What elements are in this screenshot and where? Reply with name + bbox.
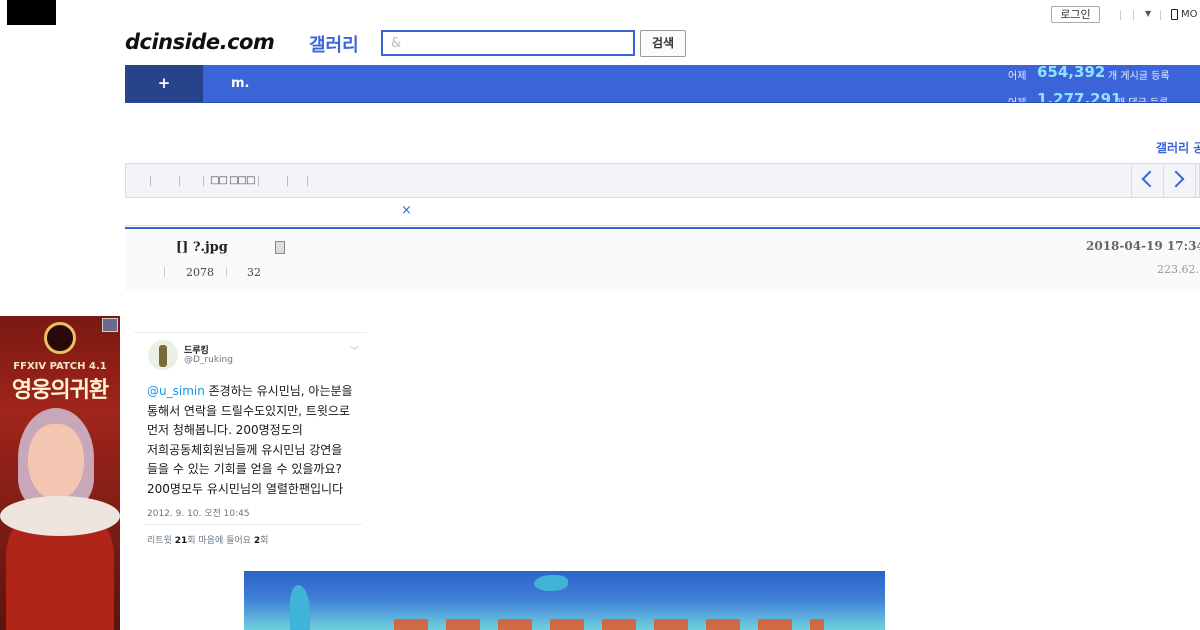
login-button[interactable]: 로그인 [1051,6,1100,23]
ad-character-face [28,424,84,500]
stat-label: 어제 [1008,71,1027,82]
close-icon[interactable]: × [401,203,412,218]
divider [1120,10,1121,20]
retweet-unit: 회 [187,536,196,546]
mobile-link[interactable]: MO [1181,9,1198,20]
divider [164,267,165,277]
mobile-icon[interactable] [1171,9,1178,20]
likes-label: 마음에 들어요 [198,536,251,546]
divider [203,176,204,186]
post-header [125,229,1200,291]
retweet-label: 리트윗 [147,536,172,546]
post-date: 2018-04-19 17:34: [1086,239,1200,253]
site-logo[interactable]: dcinside.com [125,30,275,54]
tweet-mention: @u_simin [147,384,205,398]
search-input[interactable] [381,30,635,56]
tweet-author-handle: @D_ruking [184,355,233,365]
likes-unit: 회 [260,536,269,546]
view-count: 2078 [186,266,214,279]
corner-box [7,0,56,25]
divider [287,176,288,186]
gallery-notice-link[interactable]: 갤러리 공 [1156,139,1200,156]
divider [1133,10,1134,20]
image-headline-shape [394,619,824,630]
retweet-count: 21 [174,536,188,546]
divider [1160,10,1161,20]
post-title: [] ?.jpg [176,240,228,255]
divider [307,176,308,186]
ad-subtitle: FFXIV PATCH 4.1 [13,361,107,372]
game-emblem-icon [44,322,76,354]
search-button[interactable]: 검색 [640,30,686,57]
avatar [148,340,178,370]
mobile-gallery-link[interactable]: m. [231,76,249,91]
divider [144,524,362,525]
tweet-date: 2012. 9. 10. 오전 10:45 [147,509,250,519]
prev-post-button[interactable] [1131,163,1163,198]
ad-title: 영웅의귀환 [11,378,109,403]
gallery-logo-label[interactable]: 갤러리 [309,31,359,57]
image-fin-shape [290,585,310,630]
image-bird-shape [534,575,568,591]
ad-close-icon[interactable] [102,318,118,332]
ad-banner[interactable]: FFXIV PATCH 4.1 영웅의귀환 [0,316,120,630]
next-post-button[interactable] [1163,163,1195,198]
post-ip: 223.62. [1157,263,1199,276]
ad-character-collar [0,496,120,536]
post-image [244,571,885,630]
filter-row [125,198,1200,226]
gallery-plus-button[interactable]: + [125,65,203,103]
divider [125,102,1200,103]
stat-suffix: 개 게시글 등록 [1108,71,1170,82]
toolbar-item[interactable]: □□ □□□ [210,175,255,186]
chevron-left-icon [1141,170,1159,188]
post-count-value: 654,392 [1037,63,1106,81]
chevron-down-icon[interactable]: ▼ [1145,9,1151,18]
tweet-stats: 리트윗 21회 마음에 들어요 2회 [147,533,268,546]
divider [226,267,227,277]
divider [258,176,259,186]
tweet-body-text: 존경하는 유시민님, 아는분을 통해서 연락을 드릴수도있지만, 트윗으로 먼저… [147,384,353,496]
recommend-count: 32 [247,266,261,279]
tweet-text: @u_simin 존경하는 유시민님, 아는분을 통해서 연락을 드릴수도있지만… [147,382,363,499]
divider [150,176,151,186]
document-icon [275,241,285,254]
chevron-down-icon: ﹀ [350,347,360,357]
chevron-right-icon [1167,170,1185,188]
bar-mask [125,103,1200,130]
divider [179,176,180,186]
toolbar-end [1195,163,1200,198]
